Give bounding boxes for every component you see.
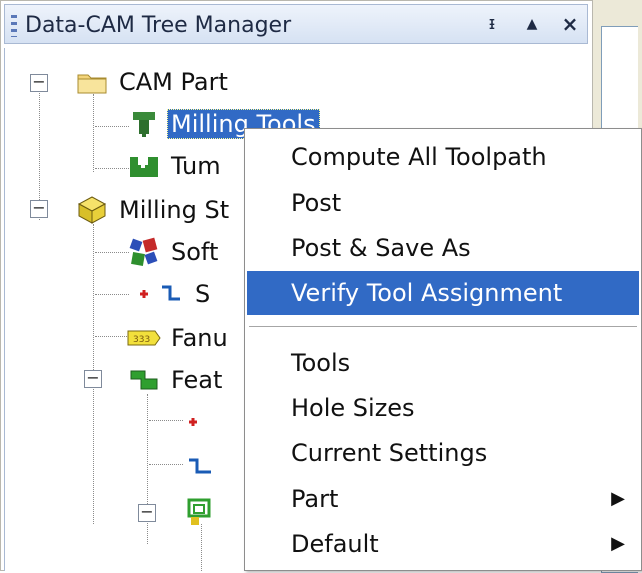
- tree-item-label: Feat: [171, 366, 223, 394]
- collapse-toggle-icon[interactable]: −: [30, 74, 48, 92]
- menu-item-compute-all-toolpath[interactable]: Compute All Toolpath: [247, 135, 639, 179]
- menu-item-default[interactable]: Default ▶: [247, 522, 639, 566]
- setup-axis-icon: [183, 407, 217, 437]
- tree-connector: [95, 252, 129, 253]
- toolpath-icon: [183, 451, 217, 481]
- tree-connector: [95, 168, 129, 169]
- tree-item-soft[interactable]: Soft: [127, 232, 222, 272]
- tree-item-label: Tum: [171, 152, 221, 180]
- tree-connector: [149, 464, 183, 465]
- stock-cube-icon: [75, 195, 109, 225]
- tree-item-label: Fanu: [171, 324, 228, 352]
- menu-item-label: Hole Sizes: [291, 394, 415, 422]
- svg-text:333: 333: [133, 335, 150, 345]
- tree-item-label: CAM Part: [119, 68, 228, 96]
- tree-item-feature-child[interactable]: [183, 446, 223, 486]
- submenu-arrow-icon: ▶: [611, 533, 625, 554]
- tree-item-label: Milling St: [119, 196, 230, 224]
- menu-item-label: Current Settings: [291, 439, 488, 467]
- drag-grip-icon[interactable]: [11, 15, 17, 37]
- tree-item-turning-tools[interactable]: Tum: [127, 146, 225, 186]
- gears-icon: [127, 237, 161, 267]
- tree-item-label: Soft: [171, 238, 219, 266]
- menu-item-label: Default: [291, 530, 379, 558]
- menu-item-label: Tools: [291, 349, 351, 377]
- close-button[interactable]: ×: [558, 11, 582, 37]
- tree-connector: [95, 294, 129, 295]
- tree-item-feature-child[interactable]: [183, 402, 223, 442]
- menu-item-label: Part: [291, 485, 339, 513]
- menu-item-label: Post & Save As: [291, 234, 471, 262]
- tree-item-feature-child[interactable]: [183, 492, 223, 532]
- menu-separator: [249, 326, 637, 327]
- context-menu: Compute All Toolpath Post Post & Save As…: [244, 128, 642, 571]
- menu-item-post[interactable]: Post: [247, 181, 639, 225]
- tree-connector: [149, 420, 183, 421]
- tree-item-milling-stock[interactable]: Milling St: [75, 190, 233, 230]
- tree-item-cam-part[interactable]: CAM Part: [75, 62, 232, 102]
- menu-item-verify-tool-assignment[interactable]: Verify Tool Assignment: [247, 271, 639, 315]
- tree-item-fanuc[interactable]: 333 Fanu: [127, 318, 232, 358]
- folder-icon: [75, 67, 109, 97]
- milling-tool-icon: [127, 109, 161, 139]
- menu-item-hole-sizes[interactable]: Hole Sizes: [247, 386, 639, 430]
- tree-item-setup[interactable]: S: [135, 274, 214, 314]
- pin-button[interactable]: ᵻ: [480, 11, 504, 37]
- collapse-toggle-icon[interactable]: −: [138, 504, 156, 522]
- tree-item-features[interactable]: Feat: [127, 360, 226, 400]
- pocket-feature-icon: [183, 497, 217, 527]
- tree-connector: [95, 336, 129, 337]
- tree-item-label: S: [195, 280, 211, 308]
- menu-item-label: Post: [291, 189, 342, 217]
- collapse-button[interactable]: ▲: [520, 11, 544, 37]
- menu-item-post-save-as[interactable]: Post & Save As: [247, 226, 639, 270]
- window-title: Data-CAM Tree Manager: [25, 13, 292, 38]
- menu-item-label: Compute All Toolpath: [291, 143, 547, 171]
- collapse-toggle-icon[interactable]: −: [30, 200, 48, 218]
- menu-item-current-settings[interactable]: Current Settings: [247, 431, 639, 475]
- tree-connector: [93, 94, 94, 172]
- setup-axis-icon: [135, 279, 185, 309]
- menu-item-part[interactable]: Part ▶: [247, 477, 639, 521]
- menu-item-tools[interactable]: Tools: [247, 341, 639, 385]
- turning-tool-icon: [127, 151, 161, 181]
- tree-connector: [95, 126, 129, 127]
- title-bar[interactable]: Data-CAM Tree Manager ᵻ ▲ ×: [4, 4, 588, 44]
- menu-item-label: Verify Tool Assignment: [291, 279, 563, 307]
- features-icon: [127, 365, 161, 395]
- collapse-toggle-icon[interactable]: −: [84, 370, 102, 388]
- submenu-arrow-icon: ▶: [611, 488, 625, 509]
- post-processor-icon: 333: [127, 323, 161, 353]
